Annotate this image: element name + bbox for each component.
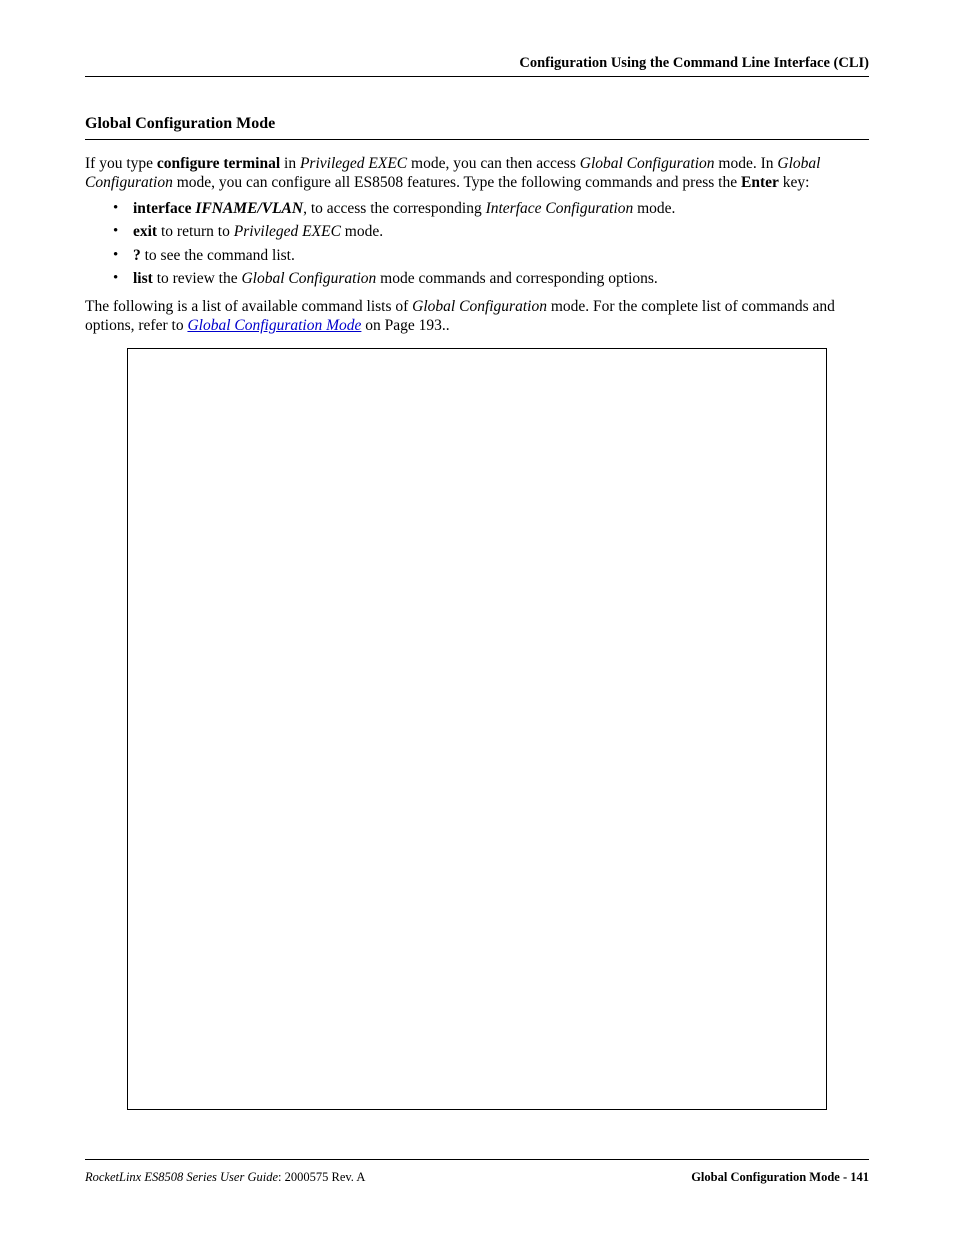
bold-text: interface — [133, 200, 192, 217]
text: to return to — [157, 223, 234, 240]
text: to see the command list. — [141, 247, 295, 264]
paragraph-2: The following is a list of available com… — [85, 298, 869, 336]
footer-rev: : 2000575 Rev. A — [278, 1170, 365, 1184]
intro-paragraph: If you type configure terminal in Privil… — [85, 155, 869, 193]
italic-text: Privileged EXEC — [234, 223, 341, 240]
page: Configuration Using the Command Line Int… — [0, 0, 954, 1235]
list-item: exit to return to Privileged EXEC mode. — [113, 222, 869, 241]
list-item: interface IFNAME/VLAN, to access the cor… — [113, 199, 869, 218]
section-heading: Global Configuration Mode — [85, 115, 869, 140]
bold-text: ? — [133, 247, 141, 264]
text: mode, you can configure all ES8508 featu… — [173, 174, 741, 191]
text: mode. — [633, 200, 675, 217]
text: mode, you can then access — [407, 155, 580, 172]
bold-text: list — [133, 270, 153, 287]
bold-text: exit — [133, 223, 157, 240]
page-footer: RocketLinx ES8508 Series User Guide: 200… — [85, 1159, 869, 1185]
footer-left: RocketLinx ES8508 Series User Guide: 200… — [85, 1170, 365, 1185]
list-item: list to review the Global Configuration … — [113, 269, 869, 288]
text: mode commands and corresponding options. — [376, 270, 658, 287]
bold-text: Enter — [741, 174, 779, 191]
bullet-list: interface IFNAME/VLAN, to access the cor… — [85, 199, 869, 289]
list-item: ? to see the command list. — [113, 246, 869, 265]
bolditalic-text: IFNAME/VLAN — [195, 200, 303, 217]
text: mode. In — [715, 155, 778, 172]
page-header: Configuration Using the Command Line Int… — [85, 55, 869, 77]
text: If you type — [85, 155, 157, 172]
italic-text: Global Configuration — [412, 298, 547, 315]
italic-text: Global Configuration — [580, 155, 715, 172]
text: in — [280, 155, 300, 172]
italic-text: Global Configuration — [241, 270, 376, 287]
text: key: — [779, 174, 810, 191]
header-right-text: Configuration Using the Command Line Int… — [519, 55, 869, 71]
italic-text: Interface Configuration — [486, 200, 634, 217]
italic-text: Privileged EXEC — [300, 155, 407, 172]
cross-reference-link[interactable]: Global Configuration Mode — [187, 317, 361, 334]
footer-guide-title: RocketLinx ES8508 Series User Guide — [85, 1170, 278, 1184]
text: to review the — [153, 270, 242, 287]
text: on Page 193.. — [361, 317, 449, 334]
bold-text: configure terminal — [157, 155, 280, 172]
footer-right: Global Configuration Mode - 141 — [691, 1170, 869, 1185]
text: The following is a list of available com… — [85, 298, 412, 315]
figure-placeholder — [127, 348, 827, 1110]
text: , to access the corresponding — [303, 200, 486, 217]
text: mode. — [341, 223, 383, 240]
